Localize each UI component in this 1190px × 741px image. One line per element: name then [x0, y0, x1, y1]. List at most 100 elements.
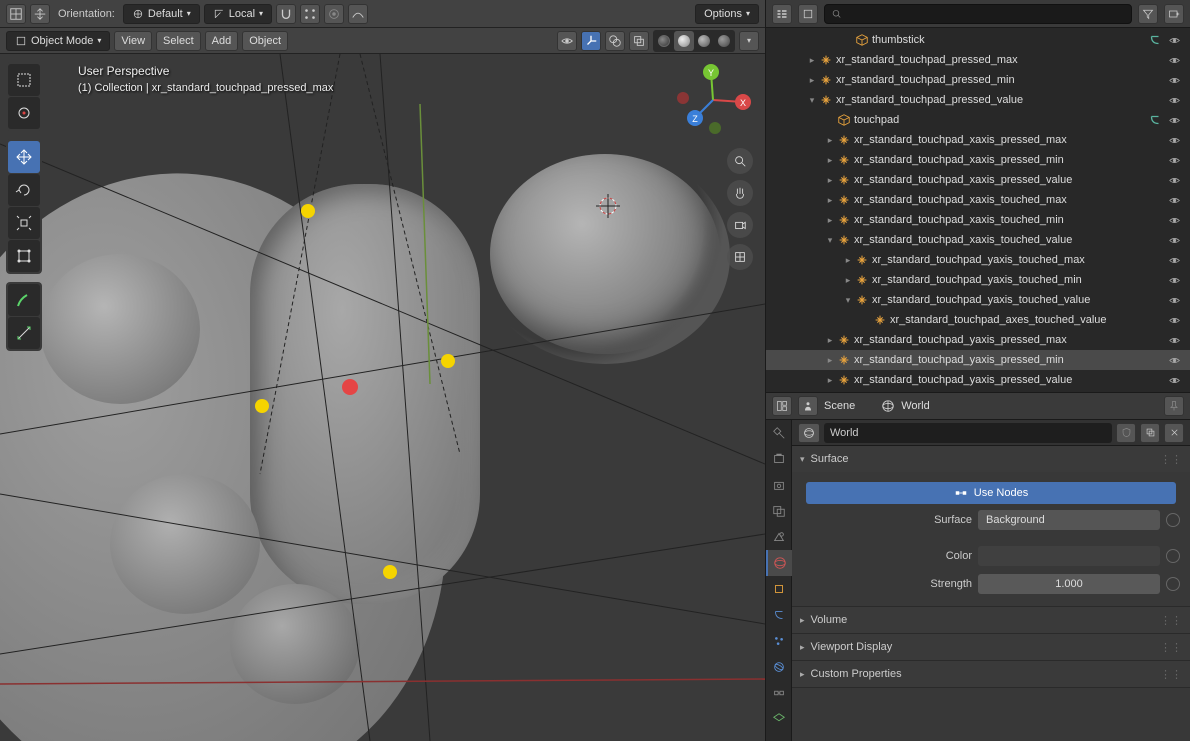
- tool-annotate[interactable]: [8, 284, 40, 316]
- outliner-row[interactable]: ▾xr_standard_touchpad_pressed_value: [766, 90, 1190, 110]
- outliner-row[interactable]: ▸xr_standard_touchpad_yaxis_pressed_max: [766, 330, 1190, 350]
- menu-select[interactable]: Select: [156, 31, 201, 51]
- tree-expand-toggle[interactable]: ▸: [824, 135, 836, 146]
- outliner-row[interactable]: ▸xr_standard_touchpad_pressed_min: [766, 70, 1190, 90]
- nav-pan[interactable]: [727, 180, 753, 206]
- viewport-3d[interactable]: Orientation: Default ▾ Local ▾ Options ▾: [0, 0, 765, 741]
- mode-dropdown[interactable]: Object Mode ▾: [6, 31, 110, 51]
- transform-gizmo-icon[interactable]: [30, 4, 50, 24]
- visibility-toggle[interactable]: [1168, 274, 1186, 287]
- outliner-editor-type[interactable]: [772, 4, 792, 24]
- properties-editor-type[interactable]: [772, 396, 792, 416]
- outliner-row[interactable]: ▸xr_standard_touchpad_yaxis_pressed_min: [766, 350, 1190, 370]
- tab-constraints[interactable]: [766, 680, 792, 706]
- editor-type-dropdown[interactable]: [6, 4, 26, 24]
- tree-expand-toggle[interactable]: ▸: [806, 55, 818, 66]
- nav-gizmo[interactable]: X Y Z: [673, 60, 753, 140]
- tree-expand-toggle[interactable]: ▸: [824, 375, 836, 386]
- pin-icon[interactable]: [1164, 396, 1184, 416]
- duplicate-icon[interactable]: [1140, 423, 1160, 443]
- gizmo-toggle[interactable]: [581, 31, 601, 51]
- outliner-row[interactable]: ▸xr_standard_touchpad_xaxis_pressed_min: [766, 150, 1190, 170]
- tab-modifiers[interactable]: [766, 602, 792, 628]
- tree-expand-toggle[interactable]: ▸: [824, 175, 836, 186]
- menu-add[interactable]: Add: [205, 31, 239, 51]
- overlay-toggle[interactable]: [605, 31, 625, 51]
- tab-physics[interactable]: [766, 654, 792, 680]
- panel-custom-properties-header[interactable]: ▸ Custom Properties ⋮⋮: [792, 661, 1190, 687]
- tool-rotate[interactable]: [8, 174, 40, 206]
- tab-object[interactable]: [766, 576, 792, 602]
- prop-keyframe-dot[interactable]: [1166, 577, 1180, 591]
- visibility-toggle[interactable]: [1168, 154, 1186, 167]
- snap-options[interactable]: [300, 4, 320, 24]
- panel-volume-header[interactable]: ▸ Volume ⋮⋮: [792, 607, 1190, 633]
- menu-object[interactable]: Object: [242, 31, 288, 51]
- visibility-toggle[interactable]: [1168, 374, 1186, 387]
- visibility-toggle[interactable]: [1168, 294, 1186, 307]
- options-dropdown[interactable]: Options ▾: [695, 4, 759, 24]
- shading-solid[interactable]: [674, 31, 694, 51]
- xray-toggle[interactable]: [629, 31, 649, 51]
- tree-expand-toggle[interactable]: ▸: [824, 155, 836, 166]
- outliner-row[interactable]: ▸xr_standard_touchpad_pressed_max: [766, 50, 1190, 70]
- tab-particles[interactable]: [766, 628, 792, 654]
- visibility-toggle[interactable]: [1168, 334, 1186, 347]
- unlink-icon[interactable]: [1164, 423, 1184, 443]
- shading-wireframe[interactable]: [654, 31, 674, 51]
- outliner-row[interactable]: ▸xr_standard_touchpad_xaxis_pressed_valu…: [766, 170, 1190, 190]
- visibility-dropdown[interactable]: [557, 31, 577, 51]
- panel-viewport-display-header[interactable]: ▸ Viewport Display ⋮⋮: [792, 634, 1190, 660]
- tree-expand-toggle[interactable]: ▾: [824, 235, 836, 246]
- visibility-toggle[interactable]: [1168, 214, 1186, 227]
- outliner-tree[interactable]: thumbstick▸xr_standard_touchpad_pressed_…: [766, 28, 1190, 392]
- outliner-row[interactable]: ▸xr_standard_touchpad_yaxis_touched_min: [766, 270, 1190, 290]
- outliner-filter[interactable]: [1138, 4, 1158, 24]
- nav-camera[interactable]: [727, 212, 753, 238]
- tab-world[interactable]: [766, 550, 792, 576]
- orientation-dropdown[interactable]: Default ▾: [123, 4, 200, 24]
- outliner-row[interactable]: ▾xr_standard_touchpad_xaxis_touched_valu…: [766, 230, 1190, 250]
- nav-zoom[interactable]: [727, 148, 753, 174]
- outliner-search[interactable]: [824, 4, 1132, 24]
- tab-scene[interactable]: [766, 524, 792, 550]
- outliner-row[interactable]: xr_standard_touchpad_axes_touched_value: [766, 310, 1190, 330]
- prop-keyframe-dot[interactable]: [1166, 549, 1180, 563]
- tree-expand-toggle[interactable]: ▾: [842, 295, 854, 306]
- outliner-row[interactable]: ▸xr_standard_touchpad_xaxis_touched_max: [766, 190, 1190, 210]
- snap-toggle[interactable]: [276, 4, 296, 24]
- visibility-toggle[interactable]: [1168, 74, 1186, 87]
- tab-viewlayer[interactable]: [766, 498, 792, 524]
- shading-rendered[interactable]: [714, 31, 734, 51]
- tree-expand-toggle[interactable]: ▸: [824, 215, 836, 226]
- prop-keyframe-dot[interactable]: [1166, 513, 1180, 527]
- tool-measure[interactable]: [8, 317, 40, 349]
- visibility-toggle[interactable]: [1168, 54, 1186, 67]
- visibility-toggle[interactable]: [1168, 94, 1186, 107]
- tool-move[interactable]: [8, 141, 40, 173]
- viewport-scene[interactable]: [0, 54, 765, 741]
- shading-material[interactable]: [694, 31, 714, 51]
- surface-prop-value[interactable]: Background: [978, 510, 1160, 530]
- tab-data[interactable]: [766, 706, 792, 732]
- visibility-toggle[interactable]: [1168, 34, 1186, 47]
- tree-expand-toggle[interactable]: ▾: [806, 95, 818, 106]
- use-nodes-button[interactable]: Use Nodes: [806, 482, 1176, 504]
- shield-icon[interactable]: [1116, 423, 1136, 443]
- outliner-row[interactable]: ▸xr_standard_touchpad_xaxis_touched_min: [766, 210, 1190, 230]
- tool-cursor[interactable]: [8, 97, 40, 129]
- tree-expand-toggle[interactable]: ▸: [824, 355, 836, 366]
- outliner-new-collection[interactable]: [1164, 4, 1184, 24]
- scene-icon[interactable]: [798, 396, 818, 416]
- visibility-toggle[interactable]: [1168, 254, 1186, 267]
- tree-expand-toggle[interactable]: ▸: [842, 255, 854, 266]
- outliner-row[interactable]: ▸xr_standard_touchpad_yaxis_touched_max: [766, 250, 1190, 270]
- visibility-toggle[interactable]: [1168, 114, 1186, 127]
- tab-render[interactable]: [766, 446, 792, 472]
- visibility-toggle[interactable]: [1168, 314, 1186, 327]
- outliner-row[interactable]: touchpad: [766, 110, 1190, 130]
- tool-select-box[interactable]: [8, 64, 40, 96]
- tab-tool[interactable]: [766, 420, 792, 446]
- tree-expand-toggle[interactable]: ▸: [842, 275, 854, 286]
- proportional-edit-toggle[interactable]: [324, 4, 344, 24]
